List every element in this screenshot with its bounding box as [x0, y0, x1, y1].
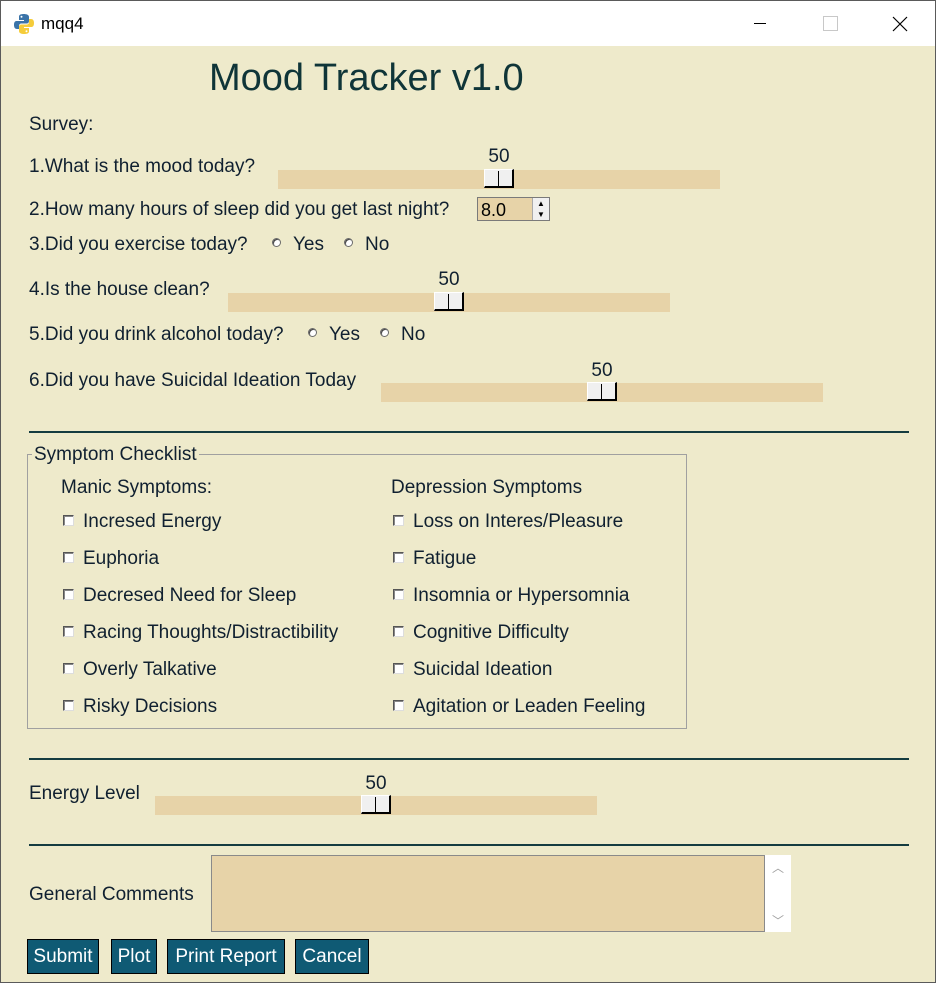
depression-checkbox-1[interactable]	[393, 552, 404, 563]
separator	[29, 431, 909, 433]
sleep-question-label: 2.How many hours of sleep did you get la…	[29, 199, 450, 220]
depression-item-label: Fatigue	[413, 548, 477, 569]
title-bar: mqq4	[1, 1, 935, 46]
energy-slider-handle[interactable]	[361, 795, 391, 814]
spin-down-button[interactable]: ▼	[533, 209, 549, 220]
window-title: mqq4	[41, 14, 84, 33]
submit-button[interactable]: Submit	[27, 939, 99, 974]
comments-label: General Comments	[29, 884, 194, 905]
house-slider[interactable]	[228, 292, 670, 312]
energy-slider[interactable]	[155, 795, 597, 815]
mood-slider-value: 50	[488, 146, 510, 167]
manic-heading: Manic Symptoms:	[61, 477, 212, 498]
manic-item-label: Decresed Need for Sleep	[83, 585, 297, 606]
house-slider-handle[interactable]	[434, 292, 464, 311]
manic-checkbox-5[interactable]	[63, 700, 74, 711]
depression-item-label: Insomnia or Hypersomnia	[413, 585, 630, 606]
depression-checkbox-3[interactable]	[393, 626, 404, 637]
house-question-label: 4.Is the house clean?	[29, 279, 210, 300]
depression-checkbox-2[interactable]	[393, 589, 404, 600]
comments-textarea[interactable]	[211, 855, 765, 932]
mood-slider[interactable]	[278, 169, 720, 189]
depression-checkbox-4[interactable]	[393, 663, 404, 674]
depression-item-label: Agitation or Leaden Feeling	[413, 696, 646, 717]
alcohol-no-radio[interactable]	[380, 328, 389, 337]
ideation-slider-handle[interactable]	[587, 382, 617, 401]
alcohol-no-label: No	[401, 324, 426, 345]
house-slider-value: 50	[438, 269, 460, 290]
exercise-question-label: 3.Did you exercise today?	[29, 234, 248, 255]
alcohol-yes-radio[interactable]	[308, 328, 317, 337]
ideation-slider-value: 50	[591, 360, 613, 381]
spin-up-button[interactable]: ▲	[533, 198, 549, 209]
exercise-yes-label: Yes	[293, 234, 324, 255]
manic-item-label: Overly Talkative	[83, 659, 217, 680]
manic-item-label: Risky Decisions	[83, 696, 218, 717]
sleep-hours-spinbox[interactable]: 8.0 ▲ ▼	[477, 197, 550, 221]
alcohol-question-label: 5.Did you drink alcohol today?	[29, 324, 284, 345]
energy-slider-value: 50	[365, 773, 387, 794]
python-icon	[14, 14, 34, 34]
sleep-hours-value: 8.0	[481, 200, 507, 220]
depression-checkbox-5[interactable]	[393, 700, 404, 711]
alcohol-yes-label: Yes	[329, 324, 360, 345]
manic-checkbox-3[interactable]	[63, 626, 74, 637]
app-window: mqq4 Mood Tracker v1.0 Survey: 1.What is…	[0, 0, 936, 983]
minimize-button[interactable]	[737, 1, 783, 46]
manic-item-label: Incresed Energy	[83, 511, 222, 532]
cancel-button[interactable]: Cancel	[295, 939, 369, 974]
manic-checkbox-0[interactable]	[63, 515, 74, 526]
depression-item-label: Loss on Interes/Pleasure	[413, 511, 624, 532]
symptom-checklist-title: Symptom Checklist	[32, 444, 199, 466]
close-icon	[892, 16, 908, 31]
ideation-question-label: 6.Did you have Suicidal Ideation Today	[29, 370, 357, 391]
mood-question-label: 1.What is the mood today?	[29, 156, 256, 177]
page-title: Mood Tracker v1.0	[209, 57, 524, 99]
close-button[interactable]	[877, 1, 923, 46]
manic-item-label: Euphoria	[83, 548, 160, 569]
manic-checkbox-2[interactable]	[63, 589, 74, 600]
ideation-slider[interactable]	[381, 382, 823, 402]
manic-item-label: Racing Thoughts/Distractibility	[83, 622, 339, 643]
separator	[29, 758, 909, 760]
manic-checkbox-1[interactable]	[63, 552, 74, 563]
scroll-down-icon[interactable]: ﹀	[765, 910, 791, 930]
separator	[29, 844, 909, 846]
scroll-up-icon[interactable]: ︿	[765, 857, 791, 877]
spinbox-arrows: ▲ ▼	[532, 198, 549, 220]
energy-label: Energy Level	[29, 783, 140, 804]
exercise-no-radio[interactable]	[344, 238, 353, 247]
exercise-yes-radio[interactable]	[272, 238, 281, 247]
exercise-no-label: No	[365, 234, 390, 255]
manic-checkbox-4[interactable]	[63, 663, 74, 674]
depression-item-label: Suicidal Ideation	[413, 659, 553, 680]
depression-item-label: Cognitive Difficulty	[413, 622, 569, 643]
print-report-button[interactable]: Print Report	[167, 939, 285, 974]
maximize-icon	[822, 16, 838, 31]
depression-checkbox-0[interactable]	[393, 515, 404, 526]
plot-button[interactable]: Plot	[111, 939, 157, 974]
survey-heading: Survey:	[29, 114, 94, 135]
maximize-button[interactable]	[807, 1, 853, 46]
mood-slider-handle[interactable]	[484, 169, 514, 188]
depression-heading: Depression Symptoms	[391, 477, 583, 498]
minimize-icon	[754, 23, 766, 24]
comments-scrollbar[interactable]: ︿ ﹀	[765, 855, 791, 932]
